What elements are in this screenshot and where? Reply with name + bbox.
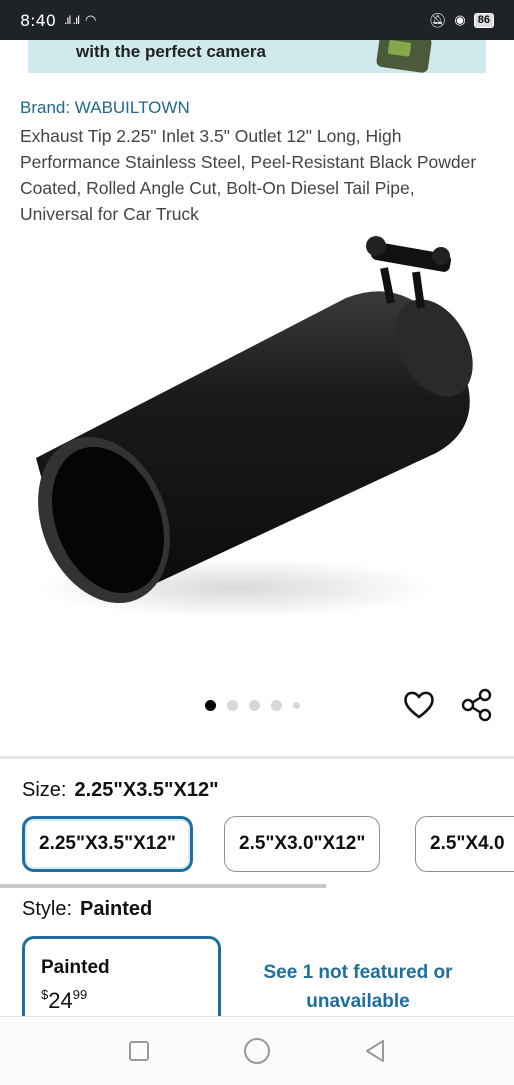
- mute-icon: 🔕︎: [428, 11, 447, 28]
- circle-icon: [244, 1038, 270, 1064]
- style-option-price: $2499: [41, 987, 202, 1014]
- product-title: Exhaust Tip 2.25" Inlet 3.5" Outlet 12" …: [20, 126, 477, 224]
- price-fraction: 99: [72, 987, 88, 1002]
- carousel-dot[interactable]: [227, 700, 238, 711]
- home-button[interactable]: [243, 1037, 271, 1065]
- camera-image: [375, 40, 433, 73]
- status-bar: 8:40 .ıl .ıl ◠ 🔕︎ ◉ 86: [0, 0, 514, 40]
- heart-icon[interactable]: [402, 688, 436, 722]
- horizontal-scrollbar[interactable]: [0, 884, 326, 888]
- section-divider: [0, 756, 514, 759]
- brand-link[interactable]: Brand: WABUILTOWN: [20, 98, 190, 118]
- see-unavailable-link[interactable]: See 1 not featured or unavailable: [258, 958, 458, 1016]
- price-whole: 24: [48, 988, 73, 1013]
- size-selected-value: 2.25"X3.5"X12": [74, 779, 219, 801]
- battery-icon: 86: [473, 12, 494, 28]
- back-button[interactable]: [361, 1037, 389, 1065]
- style-label-text: Style:: [22, 898, 73, 920]
- system-nav-bar: [0, 1016, 514, 1085]
- image-carousel-dots[interactable]: [205, 700, 300, 711]
- signal-icon: .ıl .ıl: [63, 13, 80, 27]
- size-option[interactable]: 2.5"X4.0: [415, 816, 514, 872]
- size-label: Size: 2.25"X3.5"X12": [22, 779, 219, 802]
- back-triangle-icon: [366, 1040, 384, 1062]
- square-icon: [129, 1041, 149, 1061]
- size-option[interactable]: 2.5"X3.0"X12": [224, 816, 381, 872]
- product-image[interactable]: [16, 228, 496, 658]
- carousel-dot[interactable]: [271, 700, 282, 711]
- clock: 8:40: [20, 10, 56, 30]
- wifi-icon: ◠: [84, 12, 97, 27]
- style-option-name: Painted: [41, 957, 110, 978]
- data-saver-icon: ◉: [454, 12, 466, 27]
- style-selected-value: Painted: [80, 898, 153, 920]
- carousel-dot[interactable]: [293, 702, 300, 709]
- banner-text: with the perfect camera: [76, 42, 266, 61]
- style-label: Style: Painted: [22, 898, 152, 921]
- carousel-dot[interactable]: [249, 700, 260, 711]
- size-option-selected[interactable]: 2.25"X3.5"X12": [22, 816, 193, 872]
- ad-banner[interactable]: with the perfect camera: [28, 40, 486, 73]
- carousel-dot[interactable]: [205, 700, 216, 711]
- size-label-text: Size:: [22, 779, 67, 801]
- recents-button[interactable]: [125, 1037, 153, 1065]
- share-icon[interactable]: [460, 688, 494, 722]
